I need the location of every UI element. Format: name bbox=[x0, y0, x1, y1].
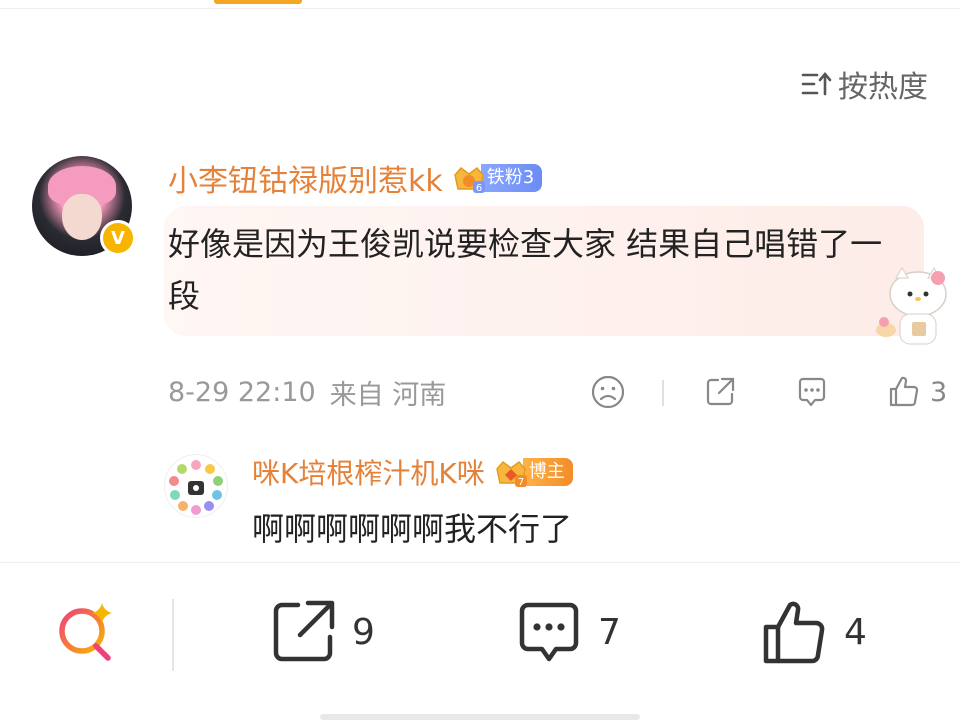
dislike-button[interactable] bbox=[590, 374, 626, 410]
fan-label: 铁粉3 bbox=[480, 164, 543, 192]
search-button[interactable] bbox=[52, 597, 122, 667]
comment-location: 来自 河南 bbox=[329, 379, 447, 411]
like-count: 4 bbox=[844, 611, 867, 653]
search-sparkle-icon bbox=[59, 603, 112, 661]
comment-header: 小李钮钴禄版别惹kk 6 铁粉3 bbox=[168, 156, 543, 200]
crown-icon: 7 bbox=[495, 460, 527, 487]
sort-by-hot-button[interactable]: 按热度 bbox=[800, 62, 928, 106]
like-count: 3 bbox=[930, 376, 948, 408]
share-icon bbox=[273, 600, 335, 662]
comment-text: 好像是因为王俊凯说要检查大家 结果自己唱错了一段 bbox=[168, 225, 883, 315]
tab-indicator bbox=[214, 0, 302, 4]
comment-username[interactable]: 小李钮钴禄版别惹kk bbox=[168, 156, 443, 200]
verified-v-icon: V bbox=[100, 220, 136, 256]
blogger-badge[interactable]: 7 博主 bbox=[493, 458, 573, 487]
share-button[interactable]: 9 bbox=[268, 597, 375, 667]
action-divider bbox=[662, 380, 664, 406]
avatar[interactable] bbox=[164, 454, 228, 518]
sort-label: 按热度 bbox=[838, 70, 928, 105]
thumbs-up-icon bbox=[763, 601, 825, 664]
thumbs-up-icon bbox=[889, 376, 919, 407]
blogger-label: 博主 bbox=[522, 458, 573, 486]
blogger-level: 7 bbox=[518, 477, 524, 487]
reply-text: 啊啊啊啊啊啊我不行了 bbox=[252, 510, 573, 548]
fan-level: 6 bbox=[476, 183, 482, 193]
sad-face-icon bbox=[591, 375, 625, 409]
like-button[interactable]: 4 bbox=[760, 597, 867, 667]
reply-header: 咪K培根榨汁机K咪 7 博主 bbox=[252, 452, 573, 492]
comment-icon bbox=[519, 602, 579, 662]
comment-meta: 8-29 22:10 来自 河南 3 bbox=[168, 370, 947, 414]
repost-button[interactable] bbox=[702, 374, 738, 410]
comment-button[interactable]: 7 bbox=[514, 597, 621, 667]
sort-icon bbox=[801, 71, 832, 96]
top-divider bbox=[0, 8, 960, 9]
comment-count: 7 bbox=[598, 611, 621, 653]
comment-time: 8-29 22:10 bbox=[168, 376, 316, 408]
bottom-divider bbox=[172, 599, 174, 671]
hello-kitty-sticker-icon bbox=[876, 267, 947, 345]
fan-badge[interactable]: 6 铁粉3 bbox=[451, 164, 543, 193]
reply-button[interactable] bbox=[794, 374, 830, 410]
share-count: 9 bbox=[352, 611, 375, 653]
like-button[interactable]: 3 bbox=[886, 374, 947, 410]
home-indicator bbox=[320, 714, 640, 720]
share-icon bbox=[706, 377, 735, 406]
comment-icon bbox=[798, 377, 826, 407]
reply-username[interactable]: 咪K培根榨汁机K咪 bbox=[252, 452, 485, 492]
bottom-action-bar: 9 7 4 bbox=[0, 562, 960, 721]
crown-icon: 6 bbox=[453, 166, 485, 193]
